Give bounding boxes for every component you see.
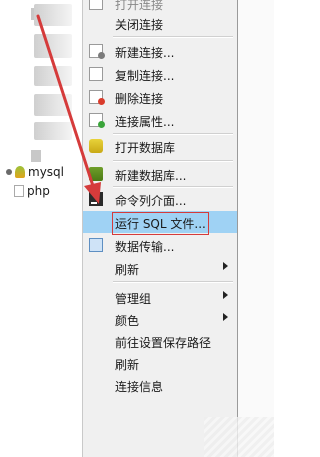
menu-separator	[113, 160, 233, 162]
console-icon	[89, 192, 103, 206]
blurred-connection-list	[34, 122, 72, 140]
tree-node-mysql[interactable]: mysql	[6, 163, 64, 181]
blurred-connection-list	[34, 66, 72, 86]
menu-item-refresh-submenu[interactable]: 刷新	[83, 257, 237, 279]
menu-separator	[113, 281, 233, 283]
menu-item-connection-properties[interactable]: 连接属性...	[83, 109, 237, 131]
context-menu: 打开连接 关闭连接 新建连接... 复制连接... 删除连接 连接属性... 打…	[82, 0, 238, 457]
connection-icon	[14, 185, 24, 197]
menu-item-label: 运行 SQL 文件...	[112, 212, 209, 235]
menu-item-label: 刷新	[115, 358, 140, 372]
blurred-connection-list	[34, 34, 72, 58]
delete-connection-icon	[89, 90, 105, 105]
tree-node-php[interactable]: php	[6, 182, 50, 200]
connection-properties-icon	[89, 113, 105, 128]
menu-item-duplicate-connection[interactable]: 复制连接...	[83, 63, 237, 85]
menu-item-open-database[interactable]: 打开数据库	[83, 135, 237, 157]
menu-item-manage-group[interactable]: 管理组	[83, 286, 237, 308]
watermark	[204, 417, 274, 457]
menu-item-label: 连接属性...	[115, 115, 175, 129]
menu-item-command-line[interactable]: 命令列介面...	[83, 188, 237, 210]
navigation-tree: mysql php	[0, 0, 82, 457]
database-icon	[89, 139, 103, 153]
right-panel	[238, 0, 274, 457]
menu-item-label: 颜色	[115, 314, 140, 328]
menu-item-label: 复制连接...	[115, 69, 175, 83]
open-connection-icon	[89, 0, 103, 10]
menu-item-label: 连接信息	[115, 380, 164, 394]
menu-item-label: 删除连接	[115, 92, 164, 106]
duplicate-connection-icon	[89, 67, 103, 81]
menu-item-label: 前往设置保存路径	[115, 336, 212, 350]
menu-item-label: 新建数据库...	[115, 169, 187, 183]
submenu-arrow-icon	[223, 313, 228, 321]
menu-item-color[interactable]: 颜色	[83, 308, 237, 330]
menu-item-label: 新建连接...	[115, 46, 175, 60]
blurred-connection-list	[34, 4, 72, 26]
menu-item-goto-save-path[interactable]: 前往设置保存路径	[83, 330, 237, 352]
menu-item-close-connection[interactable]: 关闭连接	[83, 12, 237, 34]
menu-item-new-database[interactable]: 新建数据库...	[83, 163, 237, 185]
blurred-connection-list	[34, 94, 72, 116]
expand-icon[interactable]	[6, 169, 12, 175]
menu-separator	[113, 36, 233, 38]
new-database-icon	[89, 167, 103, 181]
menu-item-connection-info[interactable]: 连接信息	[83, 374, 237, 396]
tree-node-label: mysql	[28, 165, 64, 179]
data-transfer-icon	[89, 238, 103, 252]
menu-item-label: 打开数据库	[115, 141, 176, 155]
menu-item-data-transfer[interactable]: 数据传输...	[83, 234, 237, 256]
menu-item-label: 关闭连接	[115, 18, 164, 32]
menu-item-label: 命令列介面...	[115, 194, 187, 208]
menu-item-refresh[interactable]: 刷新	[83, 352, 237, 374]
menu-item-label: 管理组	[115, 292, 152, 306]
submenu-arrow-icon	[223, 262, 228, 270]
blurred-connection-icon	[31, 150, 41, 162]
mysql-connection-icon	[15, 166, 25, 178]
submenu-arrow-icon	[223, 291, 228, 299]
tree-node-label: php	[27, 184, 50, 198]
menu-item-delete-connection[interactable]: 删除连接	[83, 86, 237, 108]
menu-item-label: 数据传输...	[115, 240, 175, 254]
menu-item-new-connection[interactable]: 新建连接...	[83, 40, 237, 62]
menu-item-run-sql-file[interactable]: 运行 SQL 文件...	[83, 211, 237, 235]
new-connection-icon	[89, 44, 105, 59]
menu-item-label: 刷新	[115, 263, 140, 277]
